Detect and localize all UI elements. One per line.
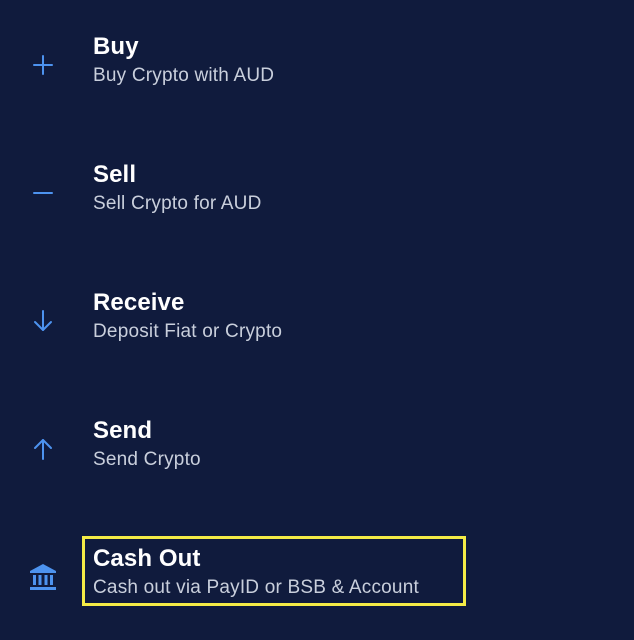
menu-item-subtitle: Send Crypto (93, 449, 201, 470)
menu-item-subtitle: Deposit Fiat or Crypto (93, 321, 283, 342)
menu-item-cash-out[interactable]: Cash Out Cash out via PayID or BSB & Acc… (0, 530, 634, 640)
menu-item-title: Send (93, 417, 153, 444)
menu-item-subtitle: Cash out via PayID or BSB & Account (93, 577, 419, 598)
menu-item-receive[interactable]: Receive Deposit Fiat or Crypto (0, 274, 634, 384)
arrow-up-icon (26, 432, 60, 466)
menu-item-subtitle: Buy Crypto with AUD (93, 65, 275, 86)
menu-item-title: Sell (93, 161, 137, 188)
action-menu: Buy Buy Crypto with AUD Sell Sell Crypto… (0, 0, 634, 636)
bank-icon (26, 560, 60, 594)
menu-item-title: Buy (93, 33, 139, 60)
menu-item-subtitle: Sell Crypto for AUD (93, 193, 262, 214)
menu-item-text: Receive Deposit Fiat or Crypto (93, 288, 282, 344)
minus-icon (26, 176, 60, 210)
menu-item-text: Buy Buy Crypto with AUD (93, 32, 274, 88)
menu-item-sell[interactable]: Sell Sell Crypto for AUD (0, 146, 634, 256)
menu-item-text: Sell Sell Crypto for AUD (93, 160, 262, 216)
menu-item-text: Cash Out Cash out via PayID or BSB & Acc… (93, 544, 419, 600)
plus-icon (26, 48, 60, 82)
arrow-down-icon (26, 304, 60, 338)
menu-item-title: Receive (93, 289, 185, 316)
menu-item-text: Send Send Crypto (93, 416, 201, 472)
menu-item-title: Cash Out (93, 545, 201, 572)
menu-item-buy[interactable]: Buy Buy Crypto with AUD (0, 18, 634, 128)
menu-item-send[interactable]: Send Send Crypto (0, 402, 634, 512)
